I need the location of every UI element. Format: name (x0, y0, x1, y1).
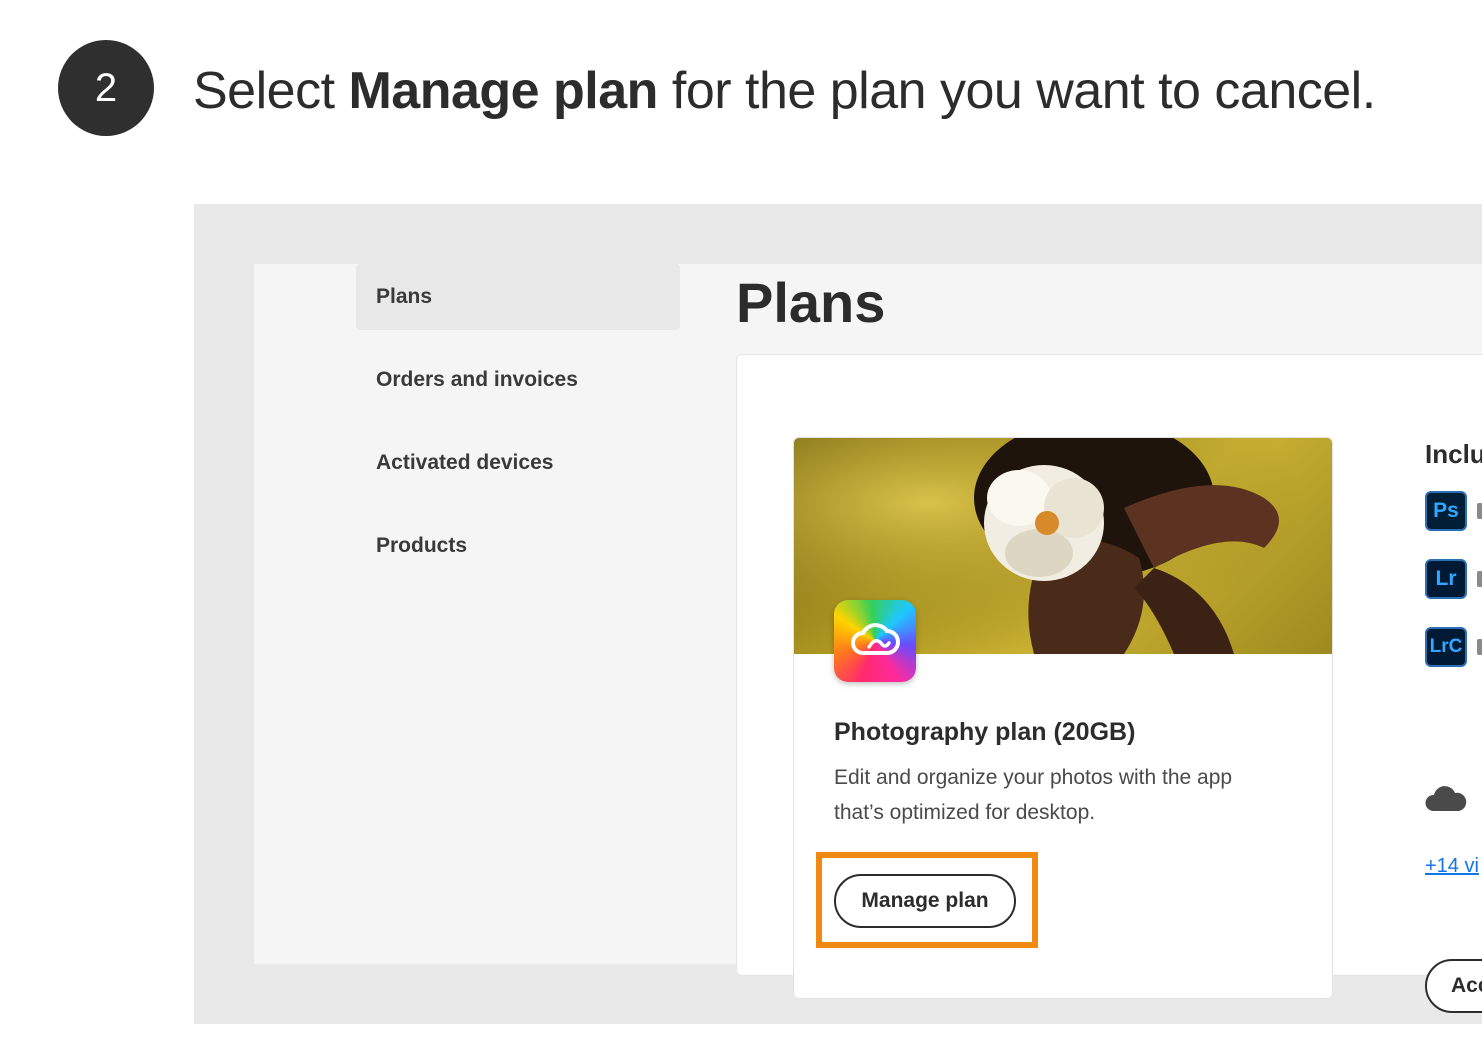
app-abbr: Ps (1433, 499, 1459, 522)
sidebar-item-products[interactable]: Products (356, 513, 680, 579)
account-screenshot: Plans Orders and invoices Activated devi… (194, 204, 1482, 1024)
lightroom-classic-icon: LrC (1425, 627, 1467, 667)
app-name-fragment (1477, 639, 1482, 655)
cloud-storage-icon (1425, 786, 1467, 811)
manage-plan-button[interactable]: Manage plan (834, 874, 1016, 928)
app-abbr: LrC (1429, 636, 1463, 657)
creative-cloud-symbol (851, 623, 900, 655)
step-number: 2 (94, 65, 118, 110)
photoshop-icon: Ps (1425, 491, 1467, 531)
secondary-action-button[interactable]: Acc (1425, 959, 1482, 1013)
account-page: Plans Orders and invoices Activated devi… (254, 264, 1482, 1013)
includes-heading: Inclu (1425, 439, 1482, 469)
plan-name: Photography plan (20GB) (834, 718, 1136, 746)
step-text-bold: Manage plan (348, 62, 658, 120)
sidebar-item-plans[interactable]: Plans (356, 264, 680, 330)
creative-cloud-icon (834, 600, 916, 682)
page-title: Plans (736, 271, 886, 334)
more-apps-link[interactable]: +14 vi (1425, 855, 1479, 878)
plans-panel: Photography plan (20GB) Edit and organiz… (736, 354, 1482, 1013)
sidebar-item-activated-devices[interactable]: Activated devices (356, 430, 680, 496)
plan-card: Photography plan (20GB) Edit and organiz… (793, 437, 1333, 999)
plan-description: Edit and organize your photos with the a… (834, 766, 1233, 824)
step-text-before: Select (193, 62, 349, 120)
app-name-fragment (1477, 571, 1482, 587)
sidebar-item-label: Orders and invoices (376, 368, 578, 391)
sidebar-item-label: Products (376, 534, 468, 557)
app-abbr: Lr (1435, 567, 1457, 590)
step-text-after: for the plan you want to cancel. (657, 62, 1376, 120)
sidebar-item-label: Activated devices (376, 451, 554, 474)
app-name-fragment (1477, 503, 1482, 519)
sidebar-item-orders-and-invoices[interactable]: Orders and invoices (356, 347, 680, 413)
lightroom-icon: Lr (1425, 559, 1467, 599)
sidebar-item-label: Plans (376, 285, 433, 308)
step-instruction: Select Manage plan for the plan you want… (193, 58, 1376, 124)
step-number-badge: 2 (58, 40, 154, 136)
